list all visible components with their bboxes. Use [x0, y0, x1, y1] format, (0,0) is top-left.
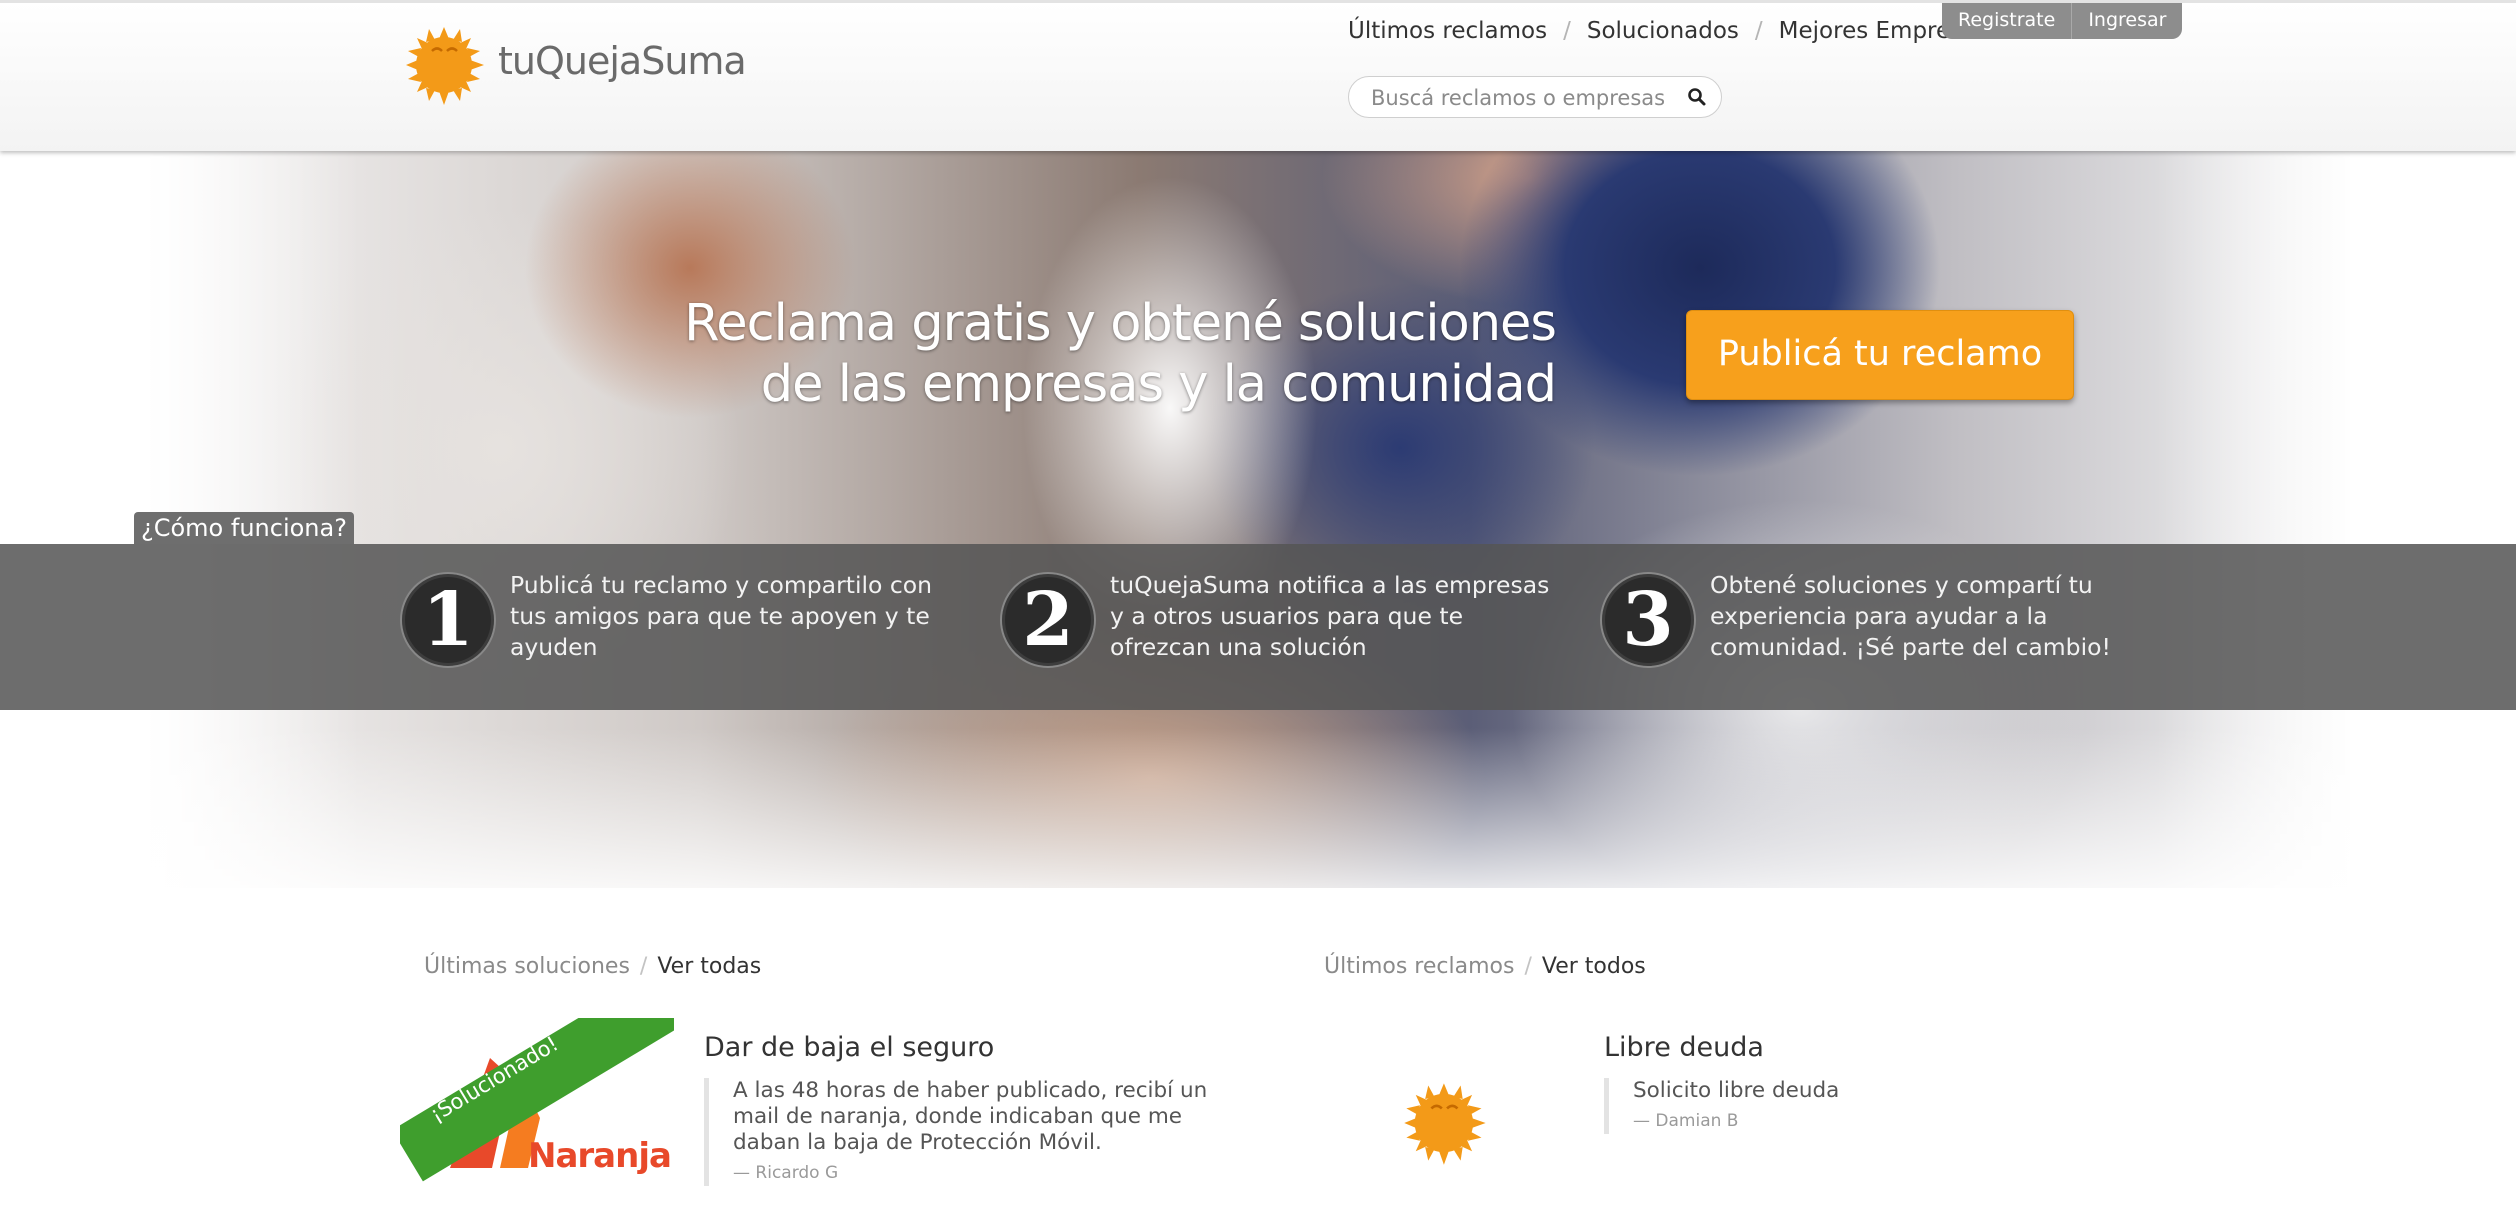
- step-text: Obtené soluciones y compartí tu experien…: [1710, 571, 2111, 661]
- solutions-heading[interactable]: Últimas soluciones: [424, 954, 630, 979]
- step-3: 3 Obtené soluciones y compartí tu experi…: [1600, 571, 2180, 668]
- complaint-title[interactable]: Libre deuda: [1604, 1032, 1764, 1063]
- solution-title[interactable]: Dar de baja el seguro: [704, 1032, 994, 1063]
- sun-logo-icon: [406, 27, 484, 105]
- solution-author: — Ricardo G: [733, 1163, 839, 1183]
- step-text: tuQuejaSuma notifica a las empresas y a …: [1110, 571, 1550, 661]
- search-box: [1348, 76, 1722, 118]
- hero-title: Reclama gratis y obtené soluciones de la…: [600, 293, 1557, 415]
- register-button[interactable]: Registrate: [1942, 3, 2071, 39]
- solved-company-logo[interactable]: ¡Solucionado! Naranja: [400, 1018, 674, 1190]
- logo-text: tuQuejaSuma: [498, 39, 747, 83]
- hero-fade-bottom: [0, 728, 2516, 888]
- breadcrumb-separator: /: [639, 954, 648, 979]
- complaints-heading[interactable]: Últimos reclamos: [1324, 954, 1514, 979]
- nav-latest-complaints[interactable]: Últimos reclamos: [1348, 18, 1547, 44]
- publish-complaint-button[interactable]: Publicá tu reclamo: [1686, 310, 2074, 400]
- step-2: 2 tuQuejaSuma notifica a las empresas y …: [1000, 571, 1570, 668]
- main-nav: Últimos reclamos / Solucionados / Mejore…: [1348, 18, 1988, 44]
- view-all-solutions-link[interactable]: Ver todas: [657, 954, 761, 979]
- complaint-text: Solicito libre deuda: [1633, 1078, 1840, 1103]
- breadcrumb-separator: /: [1524, 954, 1532, 979]
- nav-separator: /: [1754, 18, 1763, 44]
- site-logo[interactable]: tuQuejaSuma: [400, 21, 747, 107]
- solution-text: A las 48 horas de haber publicado, recib…: [733, 1078, 1208, 1155]
- solutions-breadcrumb: Últimas soluciones / Ver todas: [424, 954, 761, 979]
- step-1: 1 Publicá tu reclamo y compartilo con tu…: [400, 571, 950, 668]
- hero-banner: Reclama gratis y obtené soluciones de la…: [0, 148, 2516, 888]
- auth-buttons: Registrate Ingresar: [1942, 3, 2183, 39]
- nav-separator: /: [1563, 18, 1571, 44]
- top-header: tuQuejaSuma Últimos reclamos / Soluciona…: [0, 0, 2516, 151]
- step-text: Publicá tu reclamo y compartilo con tus …: [510, 571, 933, 661]
- complaint-avatar[interactable]: [1398, 1074, 1494, 1174]
- solution-quote: A las 48 horas de haber publicado, recib…: [704, 1078, 1253, 1186]
- step-number: 1: [400, 572, 496, 668]
- sun-avatar-icon: [1404, 1083, 1486, 1165]
- how-it-works-tab: ¿Cómo funciona?: [134, 512, 354, 544]
- complaint-author: — Damian B: [1633, 1111, 1739, 1131]
- nav-solved[interactable]: Solucionados: [1587, 18, 1739, 44]
- login-button[interactable]: Ingresar: [2072, 3, 2182, 39]
- complaints-breadcrumb: Últimos reclamos / Ver todos: [1324, 954, 1646, 979]
- search-icon[interactable]: [1687, 87, 1707, 111]
- hero-title-line-1: Reclama gratis y obtené soluciones: [684, 294, 1557, 353]
- search-input[interactable]: [1369, 85, 1673, 111]
- company-logo-text: Naranja: [528, 1136, 672, 1176]
- complaint-quote: Solicito libre deuda — Damian B: [1604, 1078, 2053, 1134]
- step-number: 3: [1600, 572, 1696, 668]
- hero-title-line-2: de las empresas y la comunidad: [760, 355, 1557, 414]
- step-number: 2: [1000, 572, 1096, 668]
- how-it-works-steps: 1 Publicá tu reclamo y compartilo con tu…: [0, 544, 2516, 710]
- view-all-complaints-link[interactable]: Ver todos: [1542, 954, 1646, 979]
